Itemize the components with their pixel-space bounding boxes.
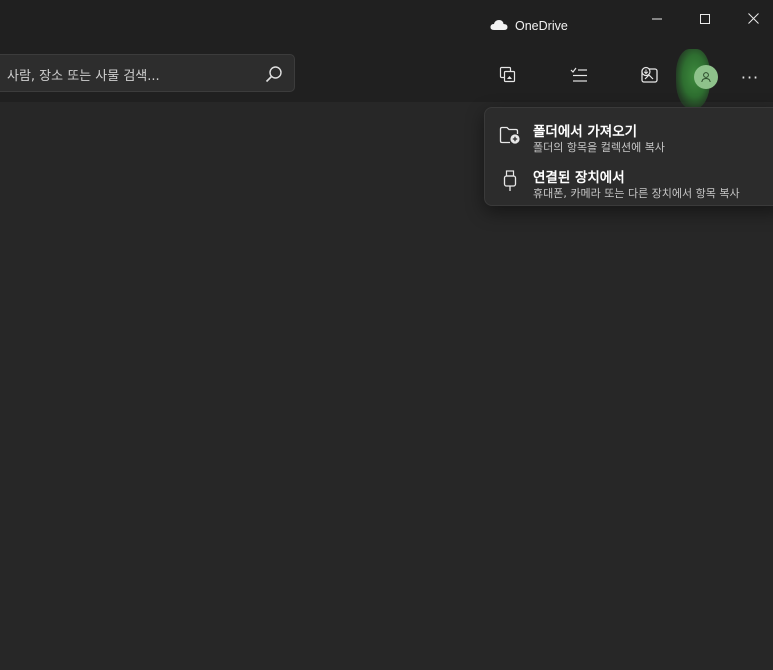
- maximize-button[interactable]: [682, 0, 728, 36]
- cloud-icon: [490, 19, 508, 34]
- minimize-icon: [652, 9, 662, 28]
- person-icon: [700, 68, 712, 87]
- menu-item-subtitle: 휴대폰, 카메라 또는 다른 장치에서 항목 복사: [533, 187, 740, 200]
- import-menu: 폴더에서 가져오기 폴더의 항목을 컬렉션에 복사 연결된 장치에서 휴대폰, …: [484, 107, 773, 206]
- slideshow-button[interactable]: [488, 59, 528, 95]
- import-button[interactable]: [630, 59, 670, 95]
- close-button[interactable]: [730, 0, 773, 36]
- title-bar: OneDrive: [0, 0, 773, 48]
- onedrive-label: OneDrive: [515, 19, 568, 33]
- onedrive-button[interactable]: OneDrive: [490, 16, 568, 36]
- close-icon: [747, 9, 759, 28]
- select-button[interactable]: [559, 59, 599, 95]
- import-icon: [640, 66, 660, 88]
- select-icon: [570, 66, 588, 88]
- maximize-icon: [700, 9, 710, 28]
- folder-add-icon: [499, 124, 521, 146]
- menu-item-import-folder[interactable]: 폴더에서 가져오기 폴더의 항목을 컬렉션에 복사: [485, 112, 773, 158]
- search-input[interactable]: 사람, 장소 또는 사물 검색...: [7, 65, 160, 84]
- search-icon[interactable]: [264, 64, 284, 84]
- minimize-button[interactable]: [634, 0, 680, 36]
- account-avatar[interactable]: [694, 65, 718, 89]
- slideshow-icon: [499, 66, 517, 88]
- search-box[interactable]: 사람, 장소 또는 사물 검색...: [0, 54, 295, 92]
- menu-item-title: 폴더에서 가져오기: [533, 124, 638, 140]
- more-icon: ···: [740, 67, 760, 87]
- menu-item-title: 연결된 장치에서: [533, 170, 625, 186]
- menu-item-connected-device[interactable]: 연결된 장치에서 휴대폰, 카메라 또는 다른 장치에서 항목 복사: [485, 158, 773, 204]
- usb-device-icon: [499, 170, 521, 192]
- menu-item-subtitle: 폴더의 항목을 컬렉션에 복사: [533, 141, 665, 154]
- more-button[interactable]: ···: [730, 59, 770, 95]
